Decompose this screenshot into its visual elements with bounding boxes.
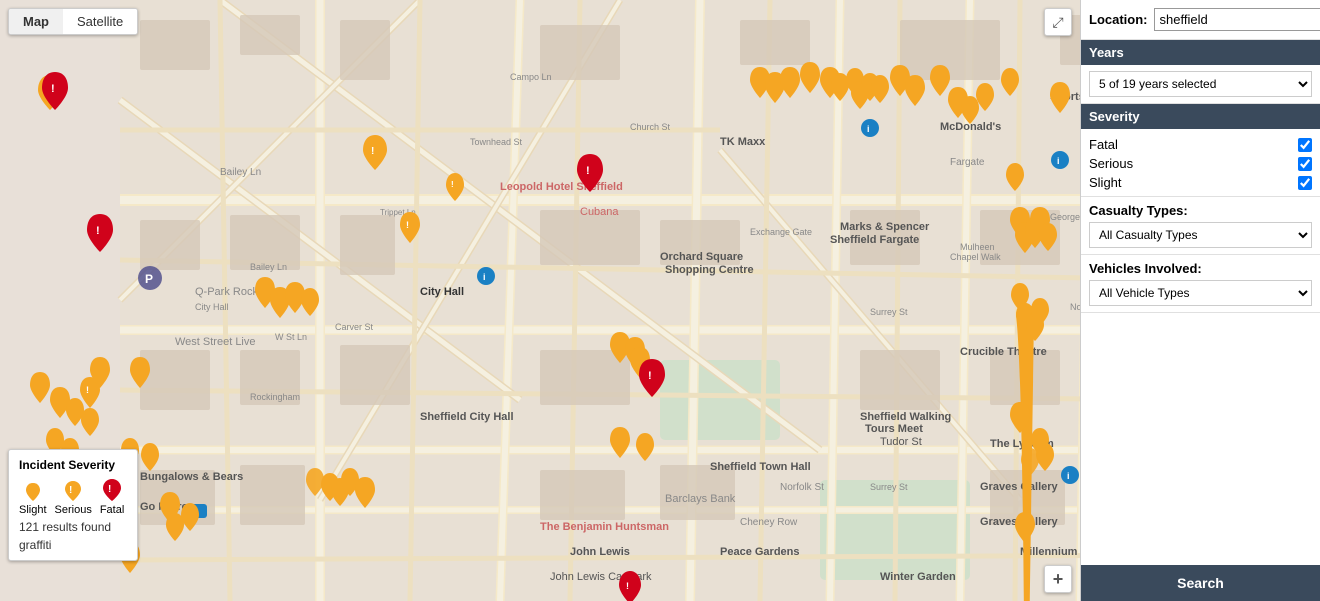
vehicles-section: Vehicles Involved: All Vehicle Types Car… bbox=[1081, 255, 1320, 313]
svg-text:Graves Gallery: Graves Gallery bbox=[980, 516, 1059, 528]
svg-text:Church St: Church St bbox=[630, 122, 671, 132]
legend-box: Incident Severity Slight ! Serious ! bbox=[8, 449, 138, 561]
legend-item-slight: Slight bbox=[19, 482, 47, 516]
svg-text:Surrey St: Surrey St bbox=[870, 307, 908, 317]
map-type-toggle[interactable]: Map Satellite bbox=[8, 8, 138, 35]
side-panel: Location: Years 5 of 19 years selected S… bbox=[1080, 0, 1320, 601]
legend-title: Incident Severity bbox=[19, 458, 127, 472]
svg-text:City Hall: City Hall bbox=[195, 302, 229, 312]
map-add-button[interactable]: + bbox=[1044, 565, 1072, 593]
panel-spacer bbox=[1081, 313, 1320, 565]
svg-text:Peace Gardens: Peace Gardens bbox=[720, 546, 800, 558]
severity-section: Fatal Serious Slight bbox=[1081, 129, 1320, 197]
svg-text:Fargate: Fargate bbox=[950, 157, 985, 168]
svg-text:Bungalows & Bears: Bungalows & Bears bbox=[140, 471, 243, 483]
svg-text:Cubana: Cubana bbox=[580, 206, 619, 218]
map-view-button[interactable]: Map bbox=[9, 9, 63, 34]
casualty-label: Casualty Types: bbox=[1089, 203, 1312, 218]
svg-text:i: i bbox=[483, 272, 486, 282]
svg-text:P: P bbox=[145, 272, 153, 286]
svg-text:Sheffield City Hall: Sheffield City Hall bbox=[420, 411, 514, 423]
svg-text:Chapel Walk: Chapel Walk bbox=[950, 252, 1001, 262]
svg-text:Rockingham: Rockingham bbox=[250, 392, 300, 402]
svg-text:Cheney Row: Cheney Row bbox=[740, 517, 798, 528]
svg-text:Leopold Hotel Sheffield: Leopold Hotel Sheffield bbox=[500, 181, 623, 193]
years-header: Years bbox=[1081, 40, 1320, 65]
svg-text:Sheffield Walking: Sheffield Walking bbox=[860, 411, 951, 423]
svg-text:!: ! bbox=[69, 485, 72, 496]
svg-text:Bailey Ln: Bailey Ln bbox=[250, 262, 287, 272]
svg-text:Orchard Square: Orchard Square bbox=[660, 251, 743, 263]
legend-item-serious: ! Serious bbox=[55, 480, 92, 516]
svg-text:Shopping Centre: Shopping Centre bbox=[665, 264, 754, 276]
severity-slight-checkbox[interactable] bbox=[1298, 176, 1312, 190]
svg-text:Barclays Bank: Barclays Bank bbox=[665, 493, 736, 505]
years-select-row: 5 of 19 years selected bbox=[1081, 65, 1320, 104]
severity-fatal-label: Fatal bbox=[1089, 137, 1118, 152]
years-select[interactable]: 5 of 19 years selected bbox=[1089, 71, 1312, 97]
svg-text:Winter Garden: Winter Garden bbox=[880, 571, 956, 583]
svg-text:TK Maxx: TK Maxx bbox=[720, 136, 766, 148]
svg-text:City Hall: City Hall bbox=[420, 286, 464, 298]
svg-text:Campo Ln: Campo Ln bbox=[510, 72, 552, 82]
severity-row-slight: Slight bbox=[1089, 173, 1312, 192]
svg-text:Q-Park Rockingham: Q-Park Rockingham bbox=[195, 286, 294, 298]
location-row: Location: bbox=[1081, 0, 1320, 40]
severity-serious-checkbox[interactable] bbox=[1298, 157, 1312, 171]
svg-text:Sheffield Town Hall: Sheffield Town Hall bbox=[710, 461, 811, 473]
legend-item-fatal: ! Fatal bbox=[100, 478, 124, 516]
serious-label: Serious bbox=[55, 504, 92, 516]
svg-text:Surrey St: Surrey St bbox=[870, 482, 908, 492]
map-expand-button[interactable]: ⤢ bbox=[1044, 8, 1072, 36]
svg-text:Marks & Spencer: Marks & Spencer bbox=[840, 221, 930, 233]
search-button[interactable]: Search bbox=[1081, 565, 1320, 601]
svg-text:John Lewis Car Park: John Lewis Car Park bbox=[550, 571, 652, 583]
svg-text:John Lewis: John Lewis bbox=[570, 546, 630, 558]
severity-header: Severity bbox=[1081, 104, 1320, 129]
svg-text:Exchange Gate: Exchange Gate bbox=[750, 227, 812, 237]
vehicles-label: Vehicles Involved: bbox=[1089, 261, 1312, 276]
svg-text:i: i bbox=[1057, 156, 1060, 166]
severity-serious-label: Serious bbox=[1089, 156, 1133, 171]
svg-text:Tours Meet: Tours Meet bbox=[865, 423, 923, 435]
svg-text:Go Metro: Go Metro bbox=[140, 501, 189, 513]
casualty-select[interactable]: All Casualty Types Pedestrian Cyclist Mo… bbox=[1089, 222, 1312, 248]
severity-fatal-checkbox[interactable] bbox=[1298, 138, 1312, 152]
slight-label: Slight bbox=[19, 504, 47, 516]
graffiti-label: graffiti bbox=[19, 538, 127, 552]
svg-text:!: ! bbox=[108, 484, 111, 495]
vehicles-select[interactable]: All Vehicle Types Car Motorcycle Bicycle… bbox=[1089, 280, 1312, 306]
svg-text:Mulheen: Mulheen bbox=[960, 242, 995, 252]
location-label: Location: bbox=[1089, 12, 1148, 27]
results-count: 121 results found bbox=[19, 520, 127, 534]
casualty-section: Casualty Types: All Casualty Types Pedes… bbox=[1081, 197, 1320, 255]
svg-text:Bailey Ln: Bailey Ln bbox=[220, 167, 261, 178]
svg-text:Norfolk St: Norfolk St bbox=[780, 482, 824, 493]
svg-text:Townhead St: Townhead St bbox=[470, 137, 523, 147]
svg-text:P: P bbox=[189, 507, 195, 517]
svg-text:McDonald's: McDonald's bbox=[940, 121, 1001, 133]
svg-text:The Benjamin Huntsman: The Benjamin Huntsman bbox=[540, 521, 669, 533]
svg-text:Trippet Ln: Trippet Ln bbox=[380, 208, 416, 217]
svg-text:West Street Live: West Street Live bbox=[175, 336, 256, 348]
satellite-view-button[interactable]: Satellite bbox=[63, 9, 137, 34]
svg-text:The Lyceum: The Lyceum bbox=[990, 438, 1054, 450]
svg-text:Crucible Theatre: Crucible Theatre bbox=[960, 346, 1047, 358]
svg-text:i: i bbox=[1067, 471, 1070, 481]
location-input[interactable] bbox=[1154, 8, 1320, 31]
fatal-label: Fatal bbox=[100, 504, 124, 516]
severity-row-serious: Serious bbox=[1089, 154, 1312, 173]
svg-text:Carver St: Carver St bbox=[335, 322, 374, 332]
svg-text:Graves Gallery: Graves Gallery bbox=[980, 481, 1059, 493]
svg-text:i: i bbox=[867, 124, 870, 134]
legend-icons: Slight ! Serious ! Fatal bbox=[19, 478, 127, 516]
add-icon: + bbox=[1053, 569, 1064, 590]
svg-text:Sheffield Fargate: Sheffield Fargate bbox=[830, 234, 919, 246]
expand-icon: ⤢ bbox=[1052, 14, 1063, 31]
svg-text:W St Ln: W St Ln bbox=[275, 332, 307, 342]
severity-slight-label: Slight bbox=[1089, 175, 1122, 190]
severity-row-fatal: Fatal bbox=[1089, 135, 1312, 154]
svg-text:Tudor St: Tudor St bbox=[880, 436, 922, 448]
